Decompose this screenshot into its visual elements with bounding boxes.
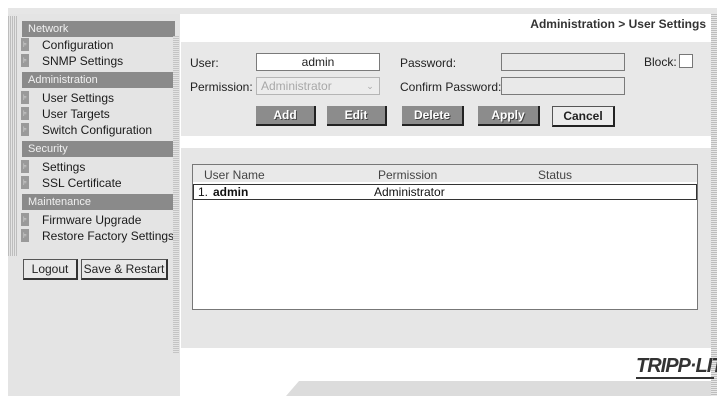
sidebar-item-user-settings[interactable]: ⊧ User Settings [21,90,177,106]
sidebar-item-firmware-upgrade[interactable]: ⊧ Firmware Upgrade [21,212,177,228]
save-restart-button[interactable]: Save & Restart [81,259,168,280]
sidebar-item-settings[interactable]: ⊧ Settings [21,159,177,175]
sidebar-section-security: Security [22,141,175,157]
column-permission: Permission [378,168,438,182]
chevron-down-icon: ⌄ [366,81,374,91]
sidebar-item-label: Restore Factory Settings [42,229,175,243]
user-label: User: [190,56,219,70]
permission-select-value: Administrator [261,79,332,93]
logo-underline [636,377,714,379]
add-button[interactable]: Add [256,106,316,126]
bullet-icon: ⊧ [21,176,29,189]
user-input[interactable]: admin [256,53,380,71]
sidebar-item-label: User Settings [42,91,115,105]
permission-label: Permission: [190,80,253,94]
sidebar-item-configuration[interactable]: ⊧ Configuration [21,37,177,53]
sidebar-item-ssl-certificate[interactable]: ⊧ SSL Certificate [21,175,177,191]
sidebar-item-user-targets[interactable]: ⊧ User Targets [21,106,177,122]
bullet-icon: ⊧ [21,229,29,242]
permission-select[interactable]: Administrator ⌄ [256,77,380,95]
bullet-icon: ⊧ [21,123,29,136]
apply-button[interactable]: Apply [478,106,540,126]
sidebar-item-label: Firmware Upgrade [42,213,142,227]
edit-button[interactable]: Edit [327,106,387,126]
table-header [193,165,697,182]
password-input[interactable] [501,53,625,71]
bullet-icon: ⊧ [21,160,29,173]
cancel-button[interactable]: Cancel [552,106,615,127]
sidebar-item-label: Switch Configuration [42,123,153,137]
page-title: Administration > User Settings [530,17,706,31]
sidebar-item-label: SNMP Settings [42,54,124,68]
row-permission: Administrator [374,185,445,199]
sidebar-scrollbar[interactable] [173,36,179,354]
block-checkbox[interactable] [679,54,693,68]
sidebar-item-label: Configuration [42,38,114,52]
sidebar-section-administration: Administration [22,72,175,88]
sidebar-item-snmp-settings[interactable]: ⊧ SNMP Settings [21,53,177,69]
row-user-name: admin [213,185,249,199]
sidebar-item-label: Settings [42,160,86,174]
sidebar: Network ⊧ Configuration ⊧ SNMP Settings Ad… [8,14,180,396]
column-status: Status [538,168,573,182]
column-user-name: User Name [204,168,265,182]
sidebar-texture [8,16,17,256]
confirm-password-label: Confirm Password: [400,80,502,94]
password-label: Password: [400,56,457,70]
row-index: 1. [198,185,209,199]
bullet-icon: ⊧ [21,107,29,120]
tripp-lite-logo: TRIPP·LITE [636,355,717,377]
sidebar-item-restore-factory-settings[interactable]: ⊧ Restore Factory Settings [21,228,177,244]
sidebar-item-switch-configuration[interactable]: ⊧ Switch Configuration [21,122,177,138]
bullet-icon: ⊧ [21,213,29,226]
logout-button[interactable]: Logout [23,259,78,280]
sidebar-item-label: User Targets [42,107,110,121]
bullet-icon: ⊧ [21,54,29,67]
table-row[interactable] [193,184,697,200]
section-separator [181,136,711,148]
sidebar-section-network: Network [22,21,175,37]
sidebar-item-label: SSL Certificate [42,176,122,190]
bullet-icon: ⊧ [21,91,29,104]
block-label: Block: [644,55,677,69]
right-scrollbar[interactable] [711,14,717,396]
delete-button[interactable]: Delete [402,106,464,126]
sidebar-section-maintenance: Maintenance [22,194,175,210]
confirm-password-input[interactable] [501,77,625,95]
bullet-icon: ⊧ [21,38,29,51]
